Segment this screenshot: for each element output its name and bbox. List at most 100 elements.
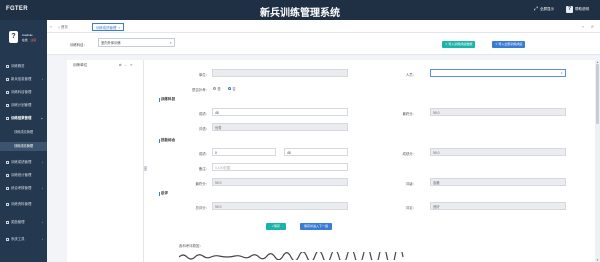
score-field-b[interactable]: 45 xyxy=(284,148,348,156)
toolbar: 训练科目： 室内外体训练 ▼ ⇪ 导入训练成绩数据 ⇪ 导入全部训练成绩 xyxy=(47,33,600,55)
help-icon: ? xyxy=(566,6,573,13)
score-form: 单位： 人员： ▼ 是否补考： 是 否 训练科目 成绩： 45 最终分： 90.… xyxy=(152,60,595,262)
import-button[interactable]: ⇪ 导入训练成绩数据 xyxy=(442,41,476,48)
sidebar-item-subjects[interactable]: 训练科目管理 xyxy=(0,88,47,97)
total-label: 总评分： xyxy=(195,206,209,210)
grade-label: 评定： xyxy=(405,206,416,210)
result-field: 90.0 xyxy=(430,148,566,156)
section-bar xyxy=(159,138,160,143)
chevron-left-icon: ‹ xyxy=(42,237,43,241)
sidebar-item-label: 训练资料管理 xyxy=(11,202,32,206)
logout-link[interactable]: 注销 xyxy=(30,38,36,42)
person-select[interactable]: ▼ xyxy=(430,69,566,77)
sidebar-item-stats[interactable]: 训练统计管理 xyxy=(0,171,47,180)
home-icon xyxy=(6,64,9,68)
sidebar-item-label: 训练成绩管理 xyxy=(11,160,32,164)
sidebar-item-label: 训练计划管理 xyxy=(11,103,32,107)
save-button[interactable]: ✓保存 xyxy=(266,223,287,230)
radio-yes-label: 是 xyxy=(217,87,221,91)
edit-icon xyxy=(6,116,9,120)
section-subject: 训练科目 xyxy=(159,97,175,102)
system-title: 新兵训练管理系统 xyxy=(260,8,340,19)
sidebar-item-tools[interactable]: 系统工具 ‹ xyxy=(0,235,47,244)
help-label: 帮助说明 xyxy=(575,7,589,11)
home-icon: ⌂ xyxy=(58,25,61,29)
score-field-a[interactable]: 0 xyxy=(212,148,276,156)
sidebar-item-label: 奖励管理 xyxy=(11,220,25,224)
folder-icon xyxy=(6,202,9,206)
sidebar-item-results[interactable]: 训练结果管理 ⌄ xyxy=(0,114,47,123)
sidebar-item-awards[interactable]: 奖励管理 ‹ xyxy=(0,218,47,227)
handwritten-scribble xyxy=(179,252,404,260)
section-title: 技能综合 xyxy=(160,138,176,142)
check-icon xyxy=(6,186,9,190)
final-label-2: 最终分： xyxy=(195,182,209,186)
radio-no-dot xyxy=(228,86,232,91)
list-icon xyxy=(6,90,9,94)
radio-no[interactable]: 否 xyxy=(228,86,236,91)
grade-field: 良好 xyxy=(430,202,566,210)
total-field: 90.0 xyxy=(212,202,348,210)
fullscreen-label: 全屏显示 xyxy=(540,6,555,11)
sidebar-item-materials[interactable]: 训练资料管理 xyxy=(0,200,47,209)
tab-prev-button[interactable]: « xyxy=(50,23,52,31)
score-field[interactable]: 45 xyxy=(212,108,348,116)
sidebar-item-label: 训练科目管理 xyxy=(11,90,32,94)
sidebar-item-recruits[interactable]: 新兵信息管理 ‹ xyxy=(0,75,47,84)
tab-home[interactable]: ⌂ 首页 xyxy=(58,23,68,31)
subject-select[interactable]: 室内外体训练 ▼ xyxy=(98,38,175,47)
tree-title: 训练单位 xyxy=(73,63,88,67)
collapse-handle[interactable]: ‹ xyxy=(144,166,147,171)
fullscreen-icon: ⤢ xyxy=(534,6,539,12)
scrollbar-thumb[interactable] xyxy=(596,64,599,124)
rating-field: 优秀 xyxy=(212,123,348,131)
level-field: 及格 xyxy=(430,178,566,186)
rating-label: 评语： xyxy=(198,127,209,131)
tab-scores[interactable]: 训练成绩管理 × xyxy=(92,23,125,31)
chevron-left-icon: ‹ xyxy=(42,220,43,224)
refresh-icon[interactable]: ⟳ xyxy=(591,23,594,31)
section-title: 训练科目 xyxy=(160,97,176,101)
subject-value: 室内外体训练 xyxy=(101,41,121,45)
result-label: 成绩分： xyxy=(402,152,416,156)
makeup-label: 是否补考： xyxy=(192,88,209,92)
remark-field[interactable]: 0-100范围 xyxy=(212,163,348,171)
tree-toolbar-icons[interactable]: ⇄ ⌄ ⟳ xyxy=(119,63,134,67)
unit-tree: 训练单位 ⇄ ⌄ ⟳ xyxy=(67,60,144,262)
score-label-2: 成绩： xyxy=(198,152,209,156)
award-icon xyxy=(6,220,9,224)
tab-bar: « ⌂ 首页 训练成绩管理 × » ⟳ xyxy=(47,20,600,33)
sidebar-item-grades[interactable]: 训练成绩管理 ‹ xyxy=(0,158,47,167)
close-icon[interactable]: × xyxy=(118,26,120,30)
user-status: 在线 注销 xyxy=(22,38,36,42)
import-all-button[interactable]: ⇪ 导入全部训练成绩 xyxy=(492,41,526,48)
save-next-button[interactable]: 保存并进入下一组 xyxy=(300,223,333,230)
tab-home-label: 首页 xyxy=(61,25,68,29)
stats-icon xyxy=(6,173,9,177)
chevron-down-icon: ▼ xyxy=(560,72,563,75)
scroll-down-icon[interactable]: ▼ xyxy=(595,258,600,262)
section-total: 总评 xyxy=(159,191,168,196)
submenu-item-scores-active[interactable]: 训练成绩管理 xyxy=(0,142,47,151)
unit-field[interactable] xyxy=(212,69,348,77)
sidebar-item-overview[interactable]: 训练概览 xyxy=(0,62,47,71)
sidebar-item-label: 综合考核管理 xyxy=(11,186,32,190)
help-button[interactable]: ? 帮助说明 xyxy=(566,6,589,13)
section-title: 总评 xyxy=(160,191,168,195)
import-button-label: 导入训练成绩数据 xyxy=(448,42,473,46)
chevron-left-icon: ‹ xyxy=(42,186,43,190)
vertical-scrollbar[interactable]: ▲ ▼ xyxy=(595,60,600,262)
submenu-item-scores[interactable]: 训练成绩管理 xyxy=(0,128,47,137)
level-label: 评级： xyxy=(405,182,416,186)
avatar[interactable]: ? xyxy=(9,31,18,43)
sidebar-item-assessment[interactable]: 综合考核管理 ‹ xyxy=(0,184,47,193)
radio-yes-dot xyxy=(213,86,217,91)
fullscreen-button[interactable]: ⤢ 全屏显示 xyxy=(534,6,554,12)
online-status: 在线 xyxy=(22,38,28,42)
unit-label: 单位： xyxy=(198,73,209,77)
tab-next-button[interactable]: » xyxy=(582,23,584,31)
radio-yes[interactable]: 是 xyxy=(213,86,221,91)
sidebar-item-plans[interactable]: 训练计划管理 xyxy=(0,101,47,110)
chart-icon xyxy=(6,160,9,164)
final-label: 最终分： xyxy=(402,112,416,116)
